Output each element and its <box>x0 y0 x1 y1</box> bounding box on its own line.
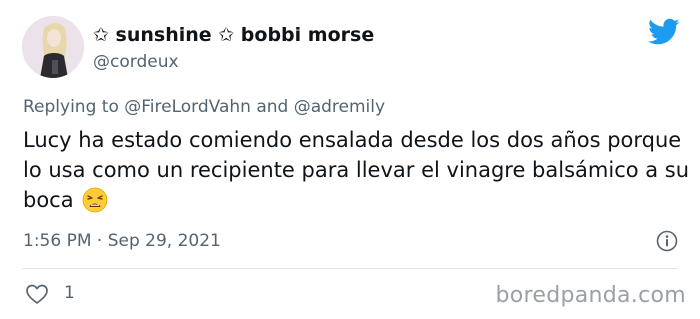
mention-link-firelordvahn[interactable]: @FireLordVahn <box>124 97 251 117</box>
tweet-card: ✩ sunshine ✩ bobbi morse @cordeux Replyi… <box>0 0 700 319</box>
display-name[interactable]: ✩ sunshine ✩ bobbi morse <box>93 22 374 48</box>
weary-face-emoji-icon <box>82 187 108 213</box>
replying-to-line: Replying to @FireLordVahn and @adremily <box>23 95 385 119</box>
tweet-text: Lucy ha estado comiendo ensalada desde l… <box>23 125 693 215</box>
divider <box>22 268 678 269</box>
user-handle[interactable]: @cordeux <box>93 51 179 73</box>
like-count: 1 <box>64 283 75 303</box>
heart-icon[interactable] <box>25 283 49 305</box>
watermark: boredpanda.com <box>495 283 686 308</box>
twitter-bird-icon[interactable] <box>648 18 680 46</box>
replying-to-conjunction: and <box>250 97 294 117</box>
replying-to-label: Replying to <box>23 97 125 117</box>
tweet-body: Lucy ha estado comiendo ensalada desde l… <box>23 128 690 212</box>
tweet-timestamp[interactable]: 1:56 PM · Sep 29, 2021 <box>23 229 221 253</box>
info-icon[interactable] <box>656 230 678 252</box>
avatar[interactable] <box>22 16 84 78</box>
mention-link-adremily[interactable]: @adremily <box>294 97 385 117</box>
